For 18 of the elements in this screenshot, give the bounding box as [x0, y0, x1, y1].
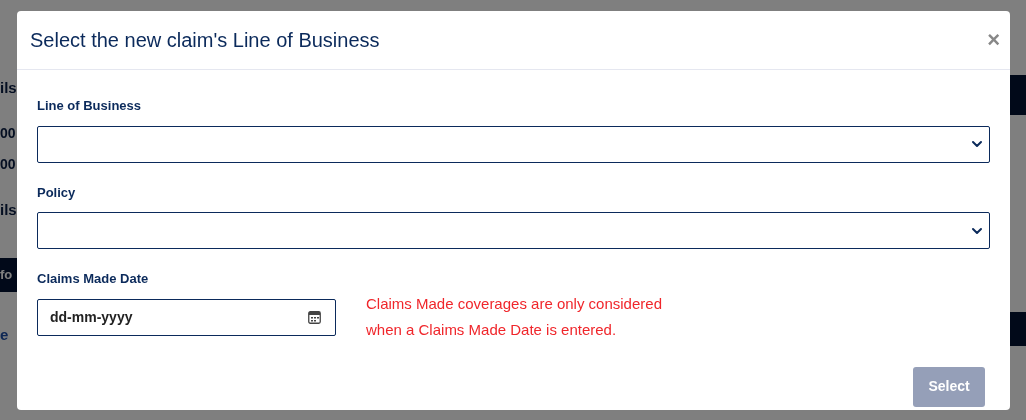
field-label: Policy [37, 183, 77, 202]
section-bar [1010, 312, 1026, 346]
field-value: 00 [0, 124, 16, 143]
link[interactable]: e [0, 323, 9, 347]
section-heading: ils [0, 77, 17, 98]
date-field[interactable]: dd-mm-yyyy [37, 298, 336, 336]
field-value: 00 [0, 155, 16, 174]
claims-made-note: Claims Made coverages are only considered when a Claims Made Date is entered. [366, 293, 663, 340]
close-button[interactable]: × [987, 29, 1000, 51]
dialog-title: Select the new claim's Line of Business [30, 28, 380, 53]
section-bar-text: fo [0, 266, 13, 285]
section-heading: ils [0, 199, 17, 220]
field-label: Claims Made Date [37, 270, 150, 288]
field-label: Line of Business [37, 97, 143, 115]
dropdown-field[interactable] [37, 212, 990, 249]
dropdown-field[interactable] [37, 125, 990, 163]
header-bar [1010, 75, 1026, 115]
calendar-icon[interactable] [308, 310, 321, 324]
